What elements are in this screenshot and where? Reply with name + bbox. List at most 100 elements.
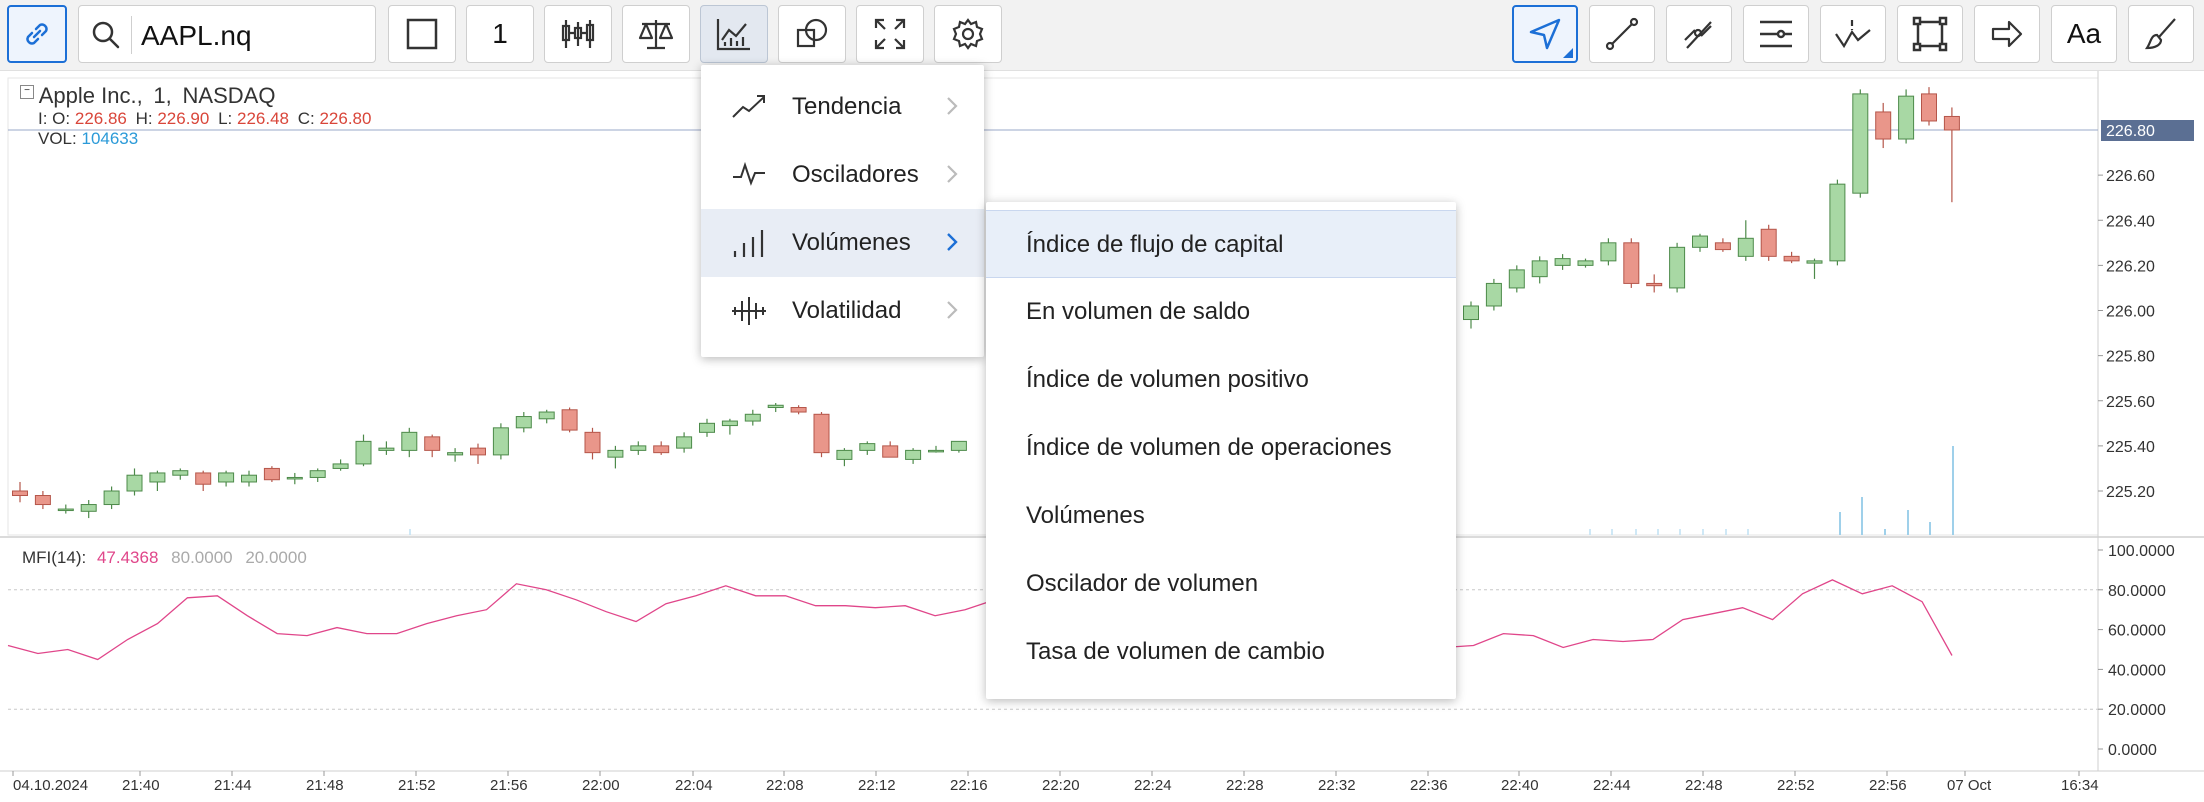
compare-button[interactable] <box>622 5 690 63</box>
candle <box>12 490 28 497</box>
horizontal-lines-icon <box>1760 20 1792 48</box>
time-tick-label: 07 Oct <box>1947 777 1992 794</box>
candle <box>1783 255 1800 262</box>
time-tick-label: 22:00 <box>582 777 620 794</box>
pointer-icon <box>1529 18 1561 50</box>
mfi-line <box>7 579 1953 661</box>
time-tick-label: 22:40 <box>1501 777 1539 794</box>
link-button[interactable] <box>7 5 67 63</box>
shapes-button[interactable] <box>778 5 846 63</box>
mfi-label: MFI(14): <box>22 548 87 567</box>
chart-type-button[interactable] <box>388 5 456 63</box>
line-tool-button[interactable] <box>1589 5 1655 63</box>
time-tick-label: 22:32 <box>1318 777 1356 794</box>
candle <box>1623 242 1640 284</box>
candle <box>721 420 738 427</box>
chevron-right-icon <box>947 97 958 115</box>
price-tick-label: 225.80 <box>2106 349 2155 366</box>
mfi-tick-label: 80.0000 <box>2108 583 2166 600</box>
fib-tool-button[interactable] <box>1743 5 1809 63</box>
channel-tool-button[interactable] <box>1666 5 1732 63</box>
candles-icon <box>561 20 595 48</box>
collapse-legend-button[interactable]: − <box>20 85 34 99</box>
shapes-icon <box>796 18 828 48</box>
legend: − Apple Inc., 1, NASDAQ <box>20 83 275 109</box>
toolbar: AAPL.nq 1 Aa <box>0 0 2204 71</box>
submenu-item-label: Índice de flujo de capital <box>1026 231 1284 258</box>
open-value: 226.86 <box>74 109 127 128</box>
cursor-tool-button[interactable] <box>1512 5 1578 63</box>
candle <box>286 476 303 480</box>
time-tick-label: 21:56 <box>490 777 528 794</box>
pattern-tool-button[interactable] <box>1820 5 1886 63</box>
candle <box>1829 183 1846 262</box>
trend-icon <box>732 95 765 118</box>
submenu-item-volume-rate-of-change[interactable]: Tasa de volumen de cambio <box>986 618 1456 686</box>
submenu-item-label: Oscilador de volumen <box>1026 570 1259 597</box>
submenu-item-money-flow-index[interactable]: Índice de flujo de capital <box>986 210 1456 278</box>
candle <box>859 443 876 451</box>
candles-button[interactable] <box>544 5 612 63</box>
volume-legend: VOL: 104633 <box>38 129 138 149</box>
submenu-item-on-balance-volume[interactable]: En volumen de saldo <box>986 278 1456 346</box>
arrow-tool-button[interactable] <box>1974 5 2040 63</box>
time-tick-label: 22:48 <box>1685 777 1723 794</box>
candle <box>515 416 532 429</box>
menu-item-trend[interactable]: Tendencia <box>701 73 984 141</box>
mfi-legend: MFI(14): 47.4368 80.0000 20.0000 <box>22 548 307 568</box>
symbol-search[interactable]: AAPL.nq <box>78 5 376 63</box>
candle <box>378 447 395 451</box>
price-tick-label: 225.20 <box>2106 484 2155 501</box>
candle <box>1921 93 1937 122</box>
legend-interval: 1, <box>153 83 172 108</box>
time-tick-label: 22:24 <box>1134 777 1172 794</box>
candle <box>470 447 486 456</box>
symbol-input[interactable]: AAPL.nq <box>141 20 252 52</box>
rectangle-tool-button[interactable] <box>1897 5 1963 63</box>
candle <box>1554 258 1571 266</box>
low-label: L: <box>218 109 233 128</box>
interval-button[interactable]: 1 <box>466 5 534 63</box>
menu-item-volumes[interactable]: Volúmenes <box>701 209 984 277</box>
submenu-item-volumes[interactable]: Volúmenes <box>986 482 1456 550</box>
candle <box>1737 237 1754 257</box>
time-tick-label: 04.10.2024 <box>13 777 88 794</box>
candle <box>813 413 830 454</box>
submenu-item-label: Índice de volumen positivo <box>1026 366 1309 393</box>
candle <box>263 467 280 481</box>
candle <box>1943 115 1960 131</box>
text-tool-button[interactable]: Aa <box>2051 5 2117 63</box>
brush-tool-button[interactable] <box>2128 5 2194 63</box>
gear-icon <box>952 18 984 50</box>
candle <box>584 431 601 454</box>
submenu-item-volume-oscillator[interactable]: Oscilador de volumen <box>986 550 1456 618</box>
candle <box>424 436 441 451</box>
candle <box>950 440 967 451</box>
fullscreen-button[interactable] <box>856 5 924 63</box>
candle <box>767 404 784 409</box>
candle <box>1600 242 1617 262</box>
candle <box>607 449 624 458</box>
time-tick-label: 21:40 <box>122 777 160 794</box>
volume-icon <box>733 230 764 257</box>
search-icon <box>92 21 120 49</box>
settings-button[interactable] <box>934 5 1002 63</box>
candle <box>538 411 555 420</box>
separator <box>131 16 132 54</box>
candle <box>355 440 372 465</box>
submenu-item-positive-volume-index[interactable]: Índice de volumen positivo <box>986 346 1456 414</box>
expand-icon <box>874 18 906 50</box>
candle <box>905 449 922 460</box>
indicators-button[interactable] <box>700 5 768 63</box>
price-tick-label: 226.20 <box>2106 258 2155 275</box>
candle <box>103 490 120 506</box>
menu-item-oscillators[interactable]: Osciladores <box>701 141 984 209</box>
high-value: 226.90 <box>157 109 210 128</box>
submenu-item-trade-volume-index[interactable]: Índice de volumen de operaciones <box>986 414 1456 482</box>
candle <box>401 431 418 451</box>
menu-item-volatility[interactable]: Volatilidad <box>701 277 984 345</box>
volumes-submenu: Índice de flujo de capital En volumen de… <box>986 202 1456 699</box>
text-tool-label: Aa <box>2066 18 2102 49</box>
mfi-upper: 80.0000 <box>171 548 233 567</box>
time-tick-label: 22:20 <box>1042 777 1080 794</box>
